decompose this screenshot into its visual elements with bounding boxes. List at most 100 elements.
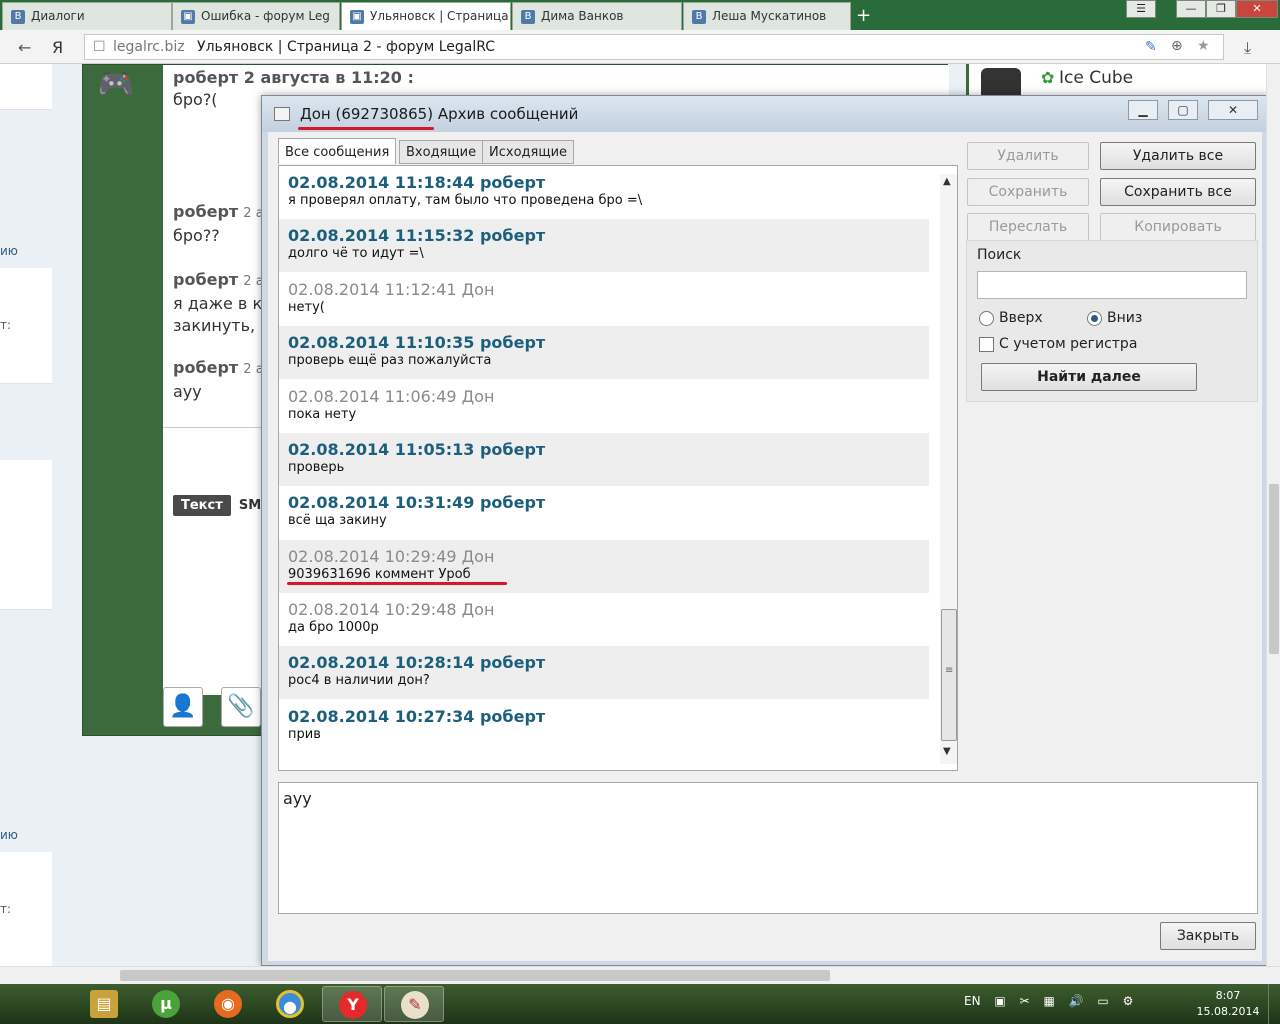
radio-down[interactable]	[1087, 311, 1102, 326]
message-text: пока нету	[288, 407, 357, 422]
tab-error-forum[interactable]: ▣ Ошибка - форум Leg	[172, 2, 340, 30]
tab-all-messages[interactable]: Все сообщения	[278, 138, 397, 164]
dialog-title-suffix: Архив сообщений	[437, 105, 579, 123]
message-author: Дон	[461, 547, 495, 566]
message-author: роберт	[479, 226, 546, 245]
volume-icon[interactable]: 🔊	[1069, 994, 1084, 1008]
list-item[interactable]: 02.08.2014 11:05:13 роберт проверь	[279, 433, 929, 486]
save-all-button[interactable]: Сохранить все	[1100, 178, 1256, 206]
message-header: 02.08.2014 11:06:49 Дон	[288, 388, 929, 406]
scrollbar-thumb[interactable]	[120, 970, 830, 981]
minimize-icon[interactable]: ▁	[1128, 100, 1158, 120]
taskbar-yandex-browser[interactable]: Y	[322, 986, 382, 1022]
taskbar-paint[interactable]: ✎	[384, 986, 444, 1022]
url-field[interactable]: ☐ legalrc.biz Ульяновск | Страница 2 - ф…	[84, 34, 1224, 60]
text-mode-button[interactable]: Текст	[173, 495, 231, 516]
url-host: legalrc.biz	[113, 39, 185, 55]
message-author: Дон	[461, 600, 495, 619]
list-item[interactable]: 02.08.2014 10:29:48 Дон да бро 1000р	[279, 593, 929, 646]
user-icon[interactable]: 👤	[163, 687, 203, 727]
taskbar-explorer[interactable]: ▤	[74, 986, 134, 1022]
page-vertical-scrollbar[interactable]	[1266, 64, 1280, 968]
search-input[interactable]	[977, 271, 1247, 299]
list-item[interactable]: 02.08.2014 11:12:41 Дон нету(	[279, 273, 929, 326]
tray-icon[interactable]: ▣	[994, 994, 1005, 1008]
page-horizontal-scrollbar[interactable]	[0, 966, 1280, 984]
language-indicator[interactable]: EN	[964, 994, 981, 1008]
taskbar-utorrent[interactable]: µ	[136, 986, 196, 1022]
close-icon[interactable]: ✕	[1208, 100, 1258, 120]
minimize-icon[interactable]: —	[1176, 0, 1206, 18]
message-author: роберт	[479, 333, 546, 352]
tab-outgoing[interactable]: Исходящие	[482, 140, 575, 164]
dialog-title: Дон (692730865) Архив сообщений	[300, 105, 578, 123]
message-date: 02.08.2014 11:10:35	[288, 333, 475, 352]
delete-all-button[interactable]: Удалить все	[1100, 142, 1256, 170]
tray-icon[interactable]: ✂	[1020, 994, 1030, 1008]
tab-lesha[interactable]: В Леша Мускатинов	[683, 2, 851, 30]
menu-icon[interactable]: ☰	[1126, 0, 1156, 18]
search-panel: Поиск Вверх Вниз С учетом регистра Найти…	[966, 240, 1258, 402]
list-item[interactable]: 02.08.2014 10:29:49 Дон 9039631696 комме…	[279, 540, 929, 593]
list-item[interactable]: 02.08.2014 11:15:32 роберт долго чё то и…	[279, 219, 929, 272]
pen-icon[interactable]: ✎	[1145, 39, 1157, 55]
list-item[interactable]: 02.08.2014 11:18:44 роберт я проверял оп…	[279, 166, 929, 219]
restore-icon[interactable]: ❐	[1206, 0, 1236, 18]
find-next-button[interactable]: Найти далее	[981, 363, 1197, 391]
message-list[interactable]: 02.08.2014 11:18:44 роберт я проверял оп…	[278, 165, 958, 771]
left-snippet: ию	[0, 828, 18, 842]
new-tab-button[interactable]: +	[856, 5, 871, 26]
close-icon[interactable]: ✕	[1236, 0, 1278, 18]
radio-up[interactable]	[979, 311, 994, 326]
case-sensitive-checkbox[interactable]	[979, 337, 994, 352]
message-list-scrollbar[interactable]: ▲ ≡ ▼	[940, 174, 957, 764]
download-icon[interactable]: ⤓	[1244, 38, 1251, 58]
save-button[interactable]: Сохранить	[967, 178, 1089, 206]
attach-icon[interactable]: 📎	[221, 687, 261, 727]
taskbar-firefox[interactable]: ◉	[198, 986, 258, 1022]
vk-icon: В	[521, 10, 535, 24]
scrollbar-thumb[interactable]: ≡	[941, 609, 957, 741]
zoom-icon[interactable]: ⊕	[1171, 38, 1183, 54]
yandex-logo[interactable]: Я	[52, 38, 63, 57]
list-item[interactable]: 02.08.2014 11:06:49 Дон пока нету	[279, 380, 929, 433]
list-item[interactable]: 02.08.2014 11:10:35 роберт проверь ещё р…	[279, 326, 929, 379]
show-desktop-button[interactable]	[1268, 984, 1280, 1024]
bg-message: роберт 2 ав ayy	[173, 357, 271, 403]
yandex-browser-icon: Y	[339, 991, 367, 1019]
window-icon	[274, 107, 290, 121]
message-text: рос4 в наличии дон?	[288, 673, 430, 688]
tray-icon[interactable]: ⚙	[1123, 994, 1134, 1008]
delete-button[interactable]: Удалить	[967, 142, 1089, 170]
list-item[interactable]: 02.08.2014 10:27:34 роберт прив	[279, 700, 929, 753]
tab-dialogs[interactable]: В Диалоги	[2, 2, 172, 30]
taskbar-chrome[interactable]: ●	[260, 986, 320, 1022]
copy-button[interactable]: Копировать	[1100, 213, 1256, 241]
tray-icon[interactable]: ▦	[1043, 994, 1054, 1008]
clock-time: 8:07	[1215, 989, 1241, 1002]
tab-ulyanovsk[interactable]: ▣ Ульяновск | Страница	[341, 2, 511, 30]
message-text: прив	[288, 727, 321, 742]
scrollbar-thumb[interactable]	[1269, 484, 1279, 654]
sms-mode-button[interactable]: SM	[239, 498, 261, 513]
message-date: 02.08.2014 11:15:32	[288, 226, 475, 245]
clock[interactable]: 8:07 15.08.2014	[1196, 988, 1260, 1020]
message-date: 02.08.2014 11:12:41	[288, 280, 457, 299]
list-item[interactable]: 02.08.2014 10:31:49 роберт всё ща закину	[279, 486, 929, 539]
network-icon[interactable]: ▭	[1097, 994, 1108, 1008]
scroll-up-icon[interactable]: ▲	[943, 176, 951, 187]
tab-dima[interactable]: В Дима Ванков	[512, 2, 682, 30]
tab-incoming[interactable]: Входящие	[399, 140, 484, 164]
gamepad-icon: 🎮	[97, 67, 135, 102]
close-button[interactable]: Закрыть	[1160, 922, 1256, 950]
list-item[interactable]: 02.08.2014 10:28:14 роберт рос4 в наличи…	[279, 646, 929, 699]
scroll-down-icon[interactable]: ▼	[943, 746, 951, 757]
message-author: Дон	[461, 387, 495, 406]
message-composer[interactable]: ayy	[278, 782, 1258, 914]
forward-button[interactable]: Переслать	[967, 213, 1089, 241]
message-date: 02.08.2014 11:18:44	[288, 173, 475, 192]
back-icon[interactable]: ←	[18, 38, 31, 57]
maximize-icon[interactable]: ▢	[1168, 100, 1198, 120]
star-icon[interactable]: ★	[1197, 38, 1210, 54]
message-text: нету(	[288, 300, 325, 315]
